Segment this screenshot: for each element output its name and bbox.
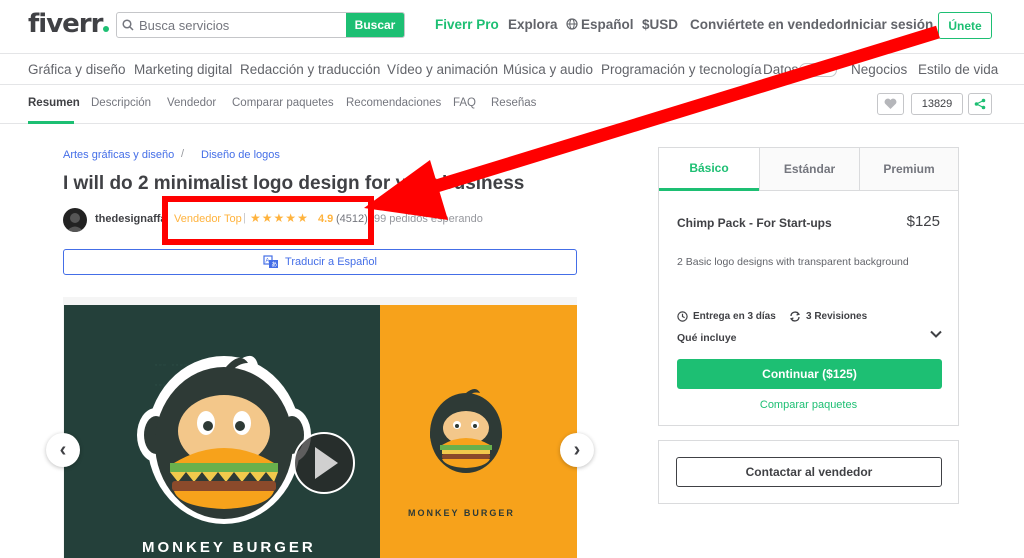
tab-compare-packages[interactable]: Comparar paquetes xyxy=(232,97,334,109)
favorite-button[interactable] xyxy=(877,93,904,115)
delivery-time: Entrega en 3 días xyxy=(677,311,776,322)
nav-become-seller[interactable]: Conviértete en vendedor xyxy=(690,17,848,32)
nav-sign-in[interactable]: Iniciar sesión xyxy=(847,17,933,32)
chevron-down-icon[interactable] xyxy=(930,330,942,338)
package-tab-basic[interactable]: Básico xyxy=(659,148,759,191)
contact-seller-box: Contactar al vendedor xyxy=(658,440,959,504)
breadcrumb-logo-design[interactable]: Diseño de logos xyxy=(201,149,280,161)
tab-description[interactable]: Descripción xyxy=(91,97,151,109)
gig-sub-nav: Resumen Descripción Vendedor Comparar pa… xyxy=(0,86,1024,124)
search-icon xyxy=(117,13,139,37)
gallery-next-button[interactable]: › xyxy=(560,433,594,467)
language-label: Español xyxy=(581,17,634,32)
gallery-prev-button[interactable]: ‹ xyxy=(46,433,80,467)
chevron-right-icon: › xyxy=(573,439,581,461)
active-tab-indicator xyxy=(28,121,74,124)
tab-recommendations[interactable]: Recomendaciones xyxy=(346,97,441,109)
monkey-burger-logo-small xyxy=(430,389,502,473)
category-music-audio[interactable]: Música y audio xyxy=(503,62,593,77)
category-bar: Gráfica y diseño Marketing digital Redac… xyxy=(0,55,1024,85)
chevron-left-icon: ‹ xyxy=(59,439,67,461)
nav-fiverr-pro[interactable]: Fiverr Pro xyxy=(435,17,499,32)
logo-text: fiverr xyxy=(28,9,103,39)
svg-text:A: A xyxy=(265,259,269,265)
favorite-count: 13829 xyxy=(911,93,963,115)
gig-gallery[interactable]: ▫▫▫ ▫▫▫▫▫ ▫▫ ▫▫▫▫ ▫▫▫ ▫▫▫▫ ▫▫▫ ▫▫▫▫ ▫▫ ▫… xyxy=(63,297,577,558)
package-tab-standard[interactable]: Estándar xyxy=(759,148,859,191)
search-bar: Buscar xyxy=(116,12,405,38)
search-input[interactable] xyxy=(139,13,346,37)
translate-label: Traducir a Español xyxy=(285,256,377,268)
annotation-highlight-box xyxy=(162,196,374,245)
orders-in-queue: 99 pedidos esperando xyxy=(374,213,483,225)
revisions-label: 3 Revisiones xyxy=(806,311,868,322)
brand-name-small: MONKEY BURGER xyxy=(408,508,515,518)
translate-button[interactable]: Aあ Traducir a Español xyxy=(63,249,577,275)
tab-faq[interactable]: FAQ xyxy=(453,97,476,109)
compare-packages-link[interactable]: Comparar paquetes xyxy=(659,399,958,411)
tab-overview[interactable]: Resumen xyxy=(28,97,80,109)
svg-text:あ: あ xyxy=(271,262,277,269)
gig-title: I will do 2 minimalist logo design for y… xyxy=(63,173,525,194)
contact-seller-button[interactable]: Contactar al vendedor xyxy=(676,457,942,487)
gallery-main-image: ▫▫▫ ▫▫▫▫▫ ▫▫ ▫▫▫▫ ▫▫▫ ▫▫▫▫ ▫▫▫ ▫▫▫▫ ▫▫ ▫… xyxy=(64,305,380,558)
category-business[interactable]: Negocios xyxy=(851,62,907,77)
tab-reviews[interactable]: Reseñas xyxy=(491,97,536,109)
package-name: Chimp Pack - For Start-ups xyxy=(677,216,832,230)
category-lifestyle[interactable]: Estilo de vida xyxy=(918,62,998,77)
search-button[interactable]: Buscar xyxy=(346,13,404,37)
package-tab-premium[interactable]: Premium xyxy=(859,148,958,191)
category-video-animation[interactable]: Vídeo y animación xyxy=(387,62,498,77)
revisions-count: 3 Revisiones xyxy=(789,311,867,322)
fiverr-logo[interactable]: fiverr xyxy=(28,9,110,39)
tab-seller[interactable]: Vendedor xyxy=(167,97,216,109)
share-button[interactable] xyxy=(968,93,992,115)
gallery-secondary-image: MONKEY BURGER xyxy=(380,305,577,558)
join-button[interactable]: Únete xyxy=(938,12,992,39)
package-price: $125 xyxy=(906,213,940,230)
category-writing-translation[interactable]: Redacción y traducción xyxy=(240,62,380,77)
package-panel: Básico Estándar Premium Chimp Pack - For… xyxy=(658,147,959,426)
heart-icon xyxy=(884,98,897,109)
nav-language[interactable]: Español xyxy=(566,17,634,32)
category-programming-tech[interactable]: Programación y tecnología xyxy=(601,62,762,77)
translate-icon: Aあ xyxy=(263,255,279,269)
continue-button[interactable]: Continuar ($125) xyxy=(677,359,942,389)
clock-icon xyxy=(677,311,688,322)
share-icon xyxy=(974,98,986,110)
new-badge xyxy=(799,63,837,77)
package-description: 2 Basic logo designs with transparent ba… xyxy=(677,256,909,268)
seller-avatar[interactable] xyxy=(63,208,87,232)
nav-currency[interactable]: $USD xyxy=(642,17,678,32)
breadcrumb-graphics-design[interactable]: Artes gráficas y diseño xyxy=(63,149,174,161)
monkey-burger-logo-large: ▫▫▫ ▫▫▫▫▫ ▫▫ ▫▫▫▫ ▫▫▫ ▫▫▫▫ ▫▫▫ ▫▫▫▫ ▫▫ ▫… xyxy=(137,355,355,524)
whats-included-toggle[interactable]: Qué incluye xyxy=(677,332,737,344)
delivery-label: Entrega en 3 días xyxy=(693,311,776,322)
category-graphics-design[interactable]: Gráfica y diseño xyxy=(28,62,126,77)
logo-dot xyxy=(103,26,110,32)
top-header: fiverr Buscar Fiverr Pro Explora Español… xyxy=(0,0,1024,54)
nav-explore[interactable]: Explora xyxy=(508,17,558,32)
category-data[interactable]: Datos xyxy=(763,62,798,77)
seller-name[interactable]: thedesignaffa xyxy=(95,213,167,225)
brand-name-large: MONKEY BURGER xyxy=(142,539,316,556)
refresh-icon xyxy=(789,311,801,322)
globe-icon xyxy=(566,18,578,30)
breadcrumb-separator: / xyxy=(181,148,185,160)
category-digital-marketing[interactable]: Marketing digital xyxy=(134,62,232,77)
